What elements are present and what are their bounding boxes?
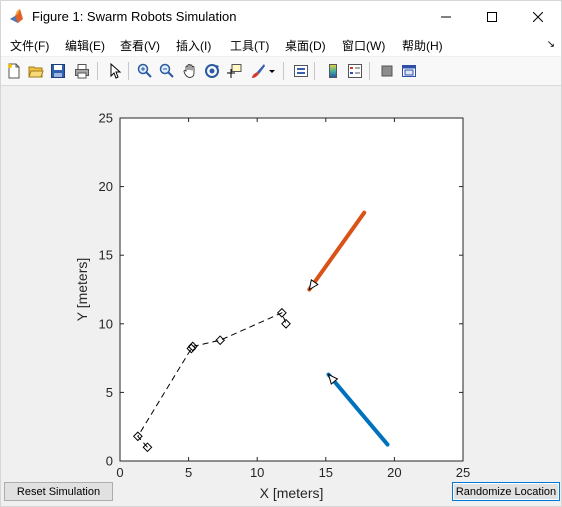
y-tick-label: 15 [99, 248, 113, 263]
colorbar-icon [329, 64, 337, 78]
zoom-out-icon [159, 63, 174, 78]
menu-window[interactable]: 窗口(W) [342, 37, 385, 54]
hide-plot-tools-button[interactable] [376, 60, 398, 82]
close-icon [533, 11, 543, 22]
pan-hand-button[interactable] [179, 60, 201, 82]
menu-help[interactable]: 帮助(H) [402, 37, 443, 54]
legend-icon [348, 64, 362, 78]
y-tick-label: 20 [99, 179, 113, 194]
menu-dock-arrow-icon[interactable]: ↘ [547, 39, 555, 50]
menu-insert[interactable]: 插入(I) [176, 37, 211, 54]
toolbar-separator [97, 62, 98, 80]
plot-area[interactable]: 0 5 10 15 20 25 0 5 10 15 20 25 X [meters] Y [meter… [1, 86, 561, 506]
minimize-button[interactable] [423, 1, 469, 32]
rotate-3d-button[interactable] [201, 60, 223, 82]
toolbar-separator [283, 62, 284, 80]
link-plot-icon [294, 65, 308, 77]
show-plot-tools-button[interactable] [398, 60, 420, 82]
x-tick-label: 5 [185, 465, 192, 480]
x-tick-label: 15 [319, 465, 333, 480]
brush-icon [252, 64, 265, 78]
print-button[interactable] [71, 60, 93, 82]
y-axis-label: Y [meters] [74, 258, 90, 322]
y-tick-label: 25 [99, 111, 113, 126]
brush-dropdown-button[interactable] [265, 60, 279, 82]
save-icon [51, 64, 65, 78]
menu-desktop[interactable]: 桌面(D) [285, 37, 326, 54]
x-tick-label: 20 [387, 465, 401, 480]
figure-window: Figure 1: Swarm Robots Simulation 文件(F) … [0, 0, 562, 507]
select-arrow-icon [110, 63, 122, 79]
colorbar-button[interactable] [322, 60, 344, 82]
chevron-down-icon [269, 70, 275, 73]
menu-tools[interactable]: 工具(T) [230, 37, 269, 54]
window-title: Figure 1: Swarm Robots Simulation [32, 9, 237, 24]
toolbar-separator [314, 62, 315, 80]
zoom-in-icon [137, 63, 152, 78]
x-tick-label: 25 [456, 465, 470, 480]
minimize-icon [441, 16, 451, 17]
open-file-icon [28, 66, 44, 78]
y-tick-label: 0 [106, 454, 113, 469]
zoom-out-button[interactable] [156, 60, 178, 82]
select-arrow-button[interactable] [104, 60, 126, 82]
matlab-logo-icon [9, 8, 25, 24]
maximize-icon [487, 11, 497, 22]
show-plot-tools-icon [402, 65, 416, 77]
new-figure-icon [8, 63, 20, 79]
new-figure-button[interactable] [3, 60, 25, 82]
link-plot-button[interactable] [290, 60, 312, 82]
figure-toolbar [1, 57, 561, 86]
rotate-3d-icon [205, 64, 219, 78]
legend-button[interactable] [344, 60, 366, 82]
menu-bar: 文件(F) 编辑(E) 查看(V) 插入(I) 工具(T) 桌面(D) 窗口(W… [1, 32, 561, 56]
reset-simulation-button[interactable]: Reset Simulation [4, 482, 113, 501]
x-axis-label: X [meters] [260, 485, 324, 501]
hide-plot-tools-icon [381, 65, 393, 77]
menu-view[interactable]: 查看(V) [120, 37, 160, 54]
maximize-button[interactable] [469, 1, 515, 32]
toolbar-separator [128, 62, 129, 80]
save-button[interactable] [47, 60, 69, 82]
zoom-in-button[interactable] [134, 60, 156, 82]
axes-background [120, 118, 463, 461]
open-file-button[interactable] [25, 60, 47, 82]
y-tick-label: 10 [99, 316, 113, 331]
randomize-location-button[interactable]: Randomize Location [452, 482, 560, 501]
menu-file[interactable]: 文件(F) [10, 37, 49, 54]
title-bar[interactable]: Figure 1: Swarm Robots Simulation [1, 1, 561, 32]
data-cursor-icon [227, 64, 242, 78]
close-button[interactable] [515, 1, 561, 32]
data-cursor-button[interactable] [223, 60, 245, 82]
menu-edit[interactable]: 编辑(E) [65, 37, 105, 54]
toolbar-separator [369, 62, 370, 80]
x-tick-label: 0 [116, 465, 123, 480]
x-tick-label: 10 [250, 465, 264, 480]
y-tick-label: 5 [106, 385, 113, 400]
pan-hand-icon [183, 64, 195, 78]
print-icon [75, 64, 89, 79]
